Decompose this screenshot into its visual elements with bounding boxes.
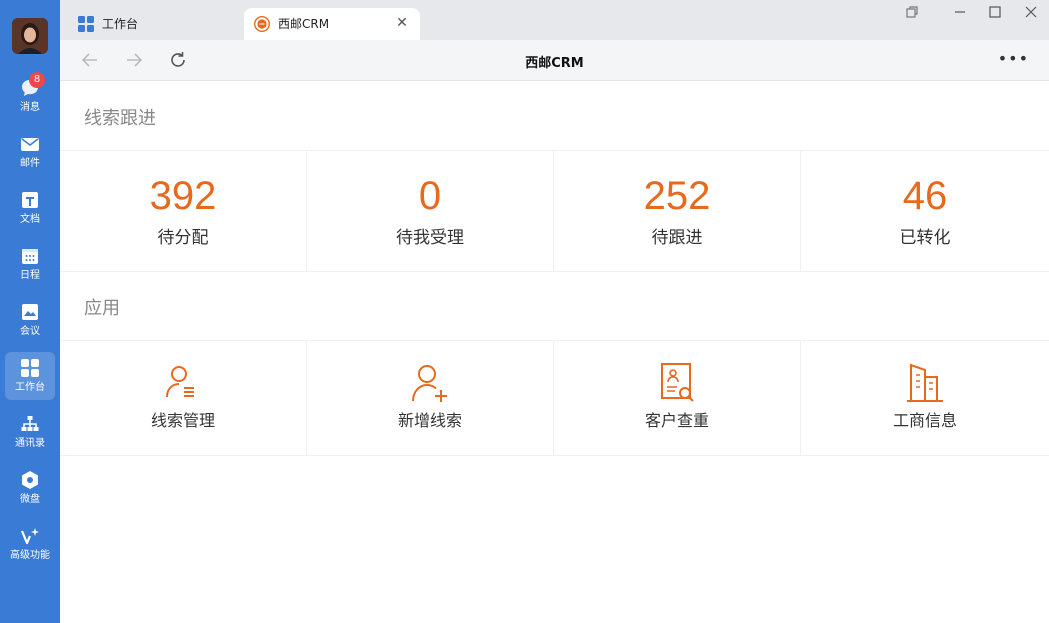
business-info-icon — [907, 363, 943, 402]
sidebar-item-label: 通讯录 — [15, 438, 45, 449]
sparkle-icon — [20, 528, 39, 545]
leads-section-title: 线索跟进 — [84, 108, 156, 129]
sidebar-item-label: 工作台 — [15, 382, 45, 393]
browser-toolbar: 西邮CRM ••• — [60, 40, 1049, 81]
apps-row: 线索管理 新增线索 客户查重 工商信息 — [60, 340, 1049, 456]
stat-value: 252 — [643, 174, 711, 218]
sidebar-item-label: 日程 — [20, 270, 40, 281]
sidebar-item-drive[interactable]: 微盘 — [5, 464, 55, 512]
minimize-icon[interactable] — [952, 4, 968, 20]
stat-card-unassigned[interactable]: 392 待分配 — [60, 151, 307, 271]
stat-label: 待我受理 — [396, 228, 464, 248]
sidebar-item-label: 文档 — [20, 214, 40, 225]
lead-management-icon — [166, 366, 194, 398]
app-customer-check[interactable]: 客户查重 — [554, 341, 801, 455]
stat-value: 0 — [418, 174, 442, 218]
calendar-icon — [22, 249, 38, 264]
grid-icon — [78, 16, 94, 32]
stat-card-pending-follow[interactable]: 252 待跟进 — [554, 151, 801, 271]
crm-icon — [254, 16, 270, 32]
sidebar-item-workbench[interactable]: 工作台 — [5, 352, 55, 400]
avatar[interactable] — [12, 18, 48, 54]
sidebar-item-mail[interactable]: 邮件 — [5, 128, 55, 176]
main-content: 线索跟进 392 待分配 0 待我受理 252 待跟进 46 已转化 应用 线索… — [60, 81, 1049, 623]
org-chart-icon — [21, 416, 39, 431]
stat-value: 46 — [902, 174, 948, 218]
sidebar-item-calendar[interactable]: 日程 — [5, 240, 55, 288]
app-business-info[interactable]: 工商信息 — [801, 341, 1049, 455]
pin-window-icon[interactable] — [904, 4, 920, 20]
app-label: 客户查重 — [644, 411, 709, 430]
tab-crm[interactable]: 西邮CRM ✕ — [244, 8, 420, 40]
stat-card-pending-accept[interactable]: 0 待我受理 — [307, 151, 554, 271]
unread-badge: 8 — [29, 72, 45, 88]
sidebar-item-contacts[interactable]: 通讯录 — [5, 408, 55, 456]
tab-label: 工作台 — [102, 17, 139, 31]
meeting-icon — [22, 304, 38, 320]
app-lead-management[interactable]: 线索管理 — [60, 341, 307, 455]
sidebar-item-label: 消息 — [20, 102, 40, 113]
document-icon — [22, 192, 38, 208]
stat-label: 待分配 — [157, 228, 209, 248]
more-options-button[interactable]: ••• — [998, 49, 1029, 68]
sidebar-item-label: 微盘 — [20, 494, 40, 505]
close-window-icon[interactable] — [1023, 4, 1039, 20]
close-tab-button[interactable]: ✕ — [394, 15, 410, 31]
tab-label: 西邮CRM — [278, 17, 330, 31]
mail-icon — [21, 138, 39, 151]
sidebar-item-label: 高级功能 — [10, 550, 50, 561]
tab-bar: 工作台 西邮CRM ✕ — [60, 0, 1049, 40]
add-lead-icon — [412, 365, 447, 402]
stat-label: 已转化 — [899, 228, 951, 248]
sidebar-item-meeting[interactable]: 会议 — [5, 296, 55, 344]
sidebar-item-docs[interactable]: 文档 — [5, 184, 55, 232]
sidebar: 消息 8 邮件 文档 日程 会议 工作台 通讯录 微盘 高级功能 — [0, 0, 60, 623]
page-title: 西邮CRM — [525, 56, 584, 71]
grid-icon — [21, 359, 39, 377]
stats-row: 392 待分配 0 待我受理 252 待跟进 46 已转化 — [60, 150, 1049, 272]
stat-label: 待跟进 — [651, 228, 703, 248]
drive-icon — [22, 471, 38, 489]
app-label: 新增线索 — [397, 411, 462, 430]
stat-value: 392 — [149, 174, 217, 218]
app-label: 工商信息 — [892, 411, 957, 430]
customer-check-icon — [661, 363, 694, 402]
stat-card-converted[interactable]: 46 已转化 — [801, 151, 1049, 271]
app-add-lead[interactable]: 新增线索 — [307, 341, 554, 455]
sidebar-item-advanced[interactable]: 高级功能 — [5, 520, 55, 568]
sidebar-item-label: 邮件 — [20, 158, 40, 169]
tab-workbench[interactable]: 工作台 — [68, 8, 243, 40]
apps-section-title: 应用 — [84, 298, 120, 319]
sidebar-item-label: 会议 — [20, 326, 40, 337]
app-label: 线索管理 — [150, 411, 215, 430]
maximize-icon[interactable] — [987, 4, 1003, 20]
